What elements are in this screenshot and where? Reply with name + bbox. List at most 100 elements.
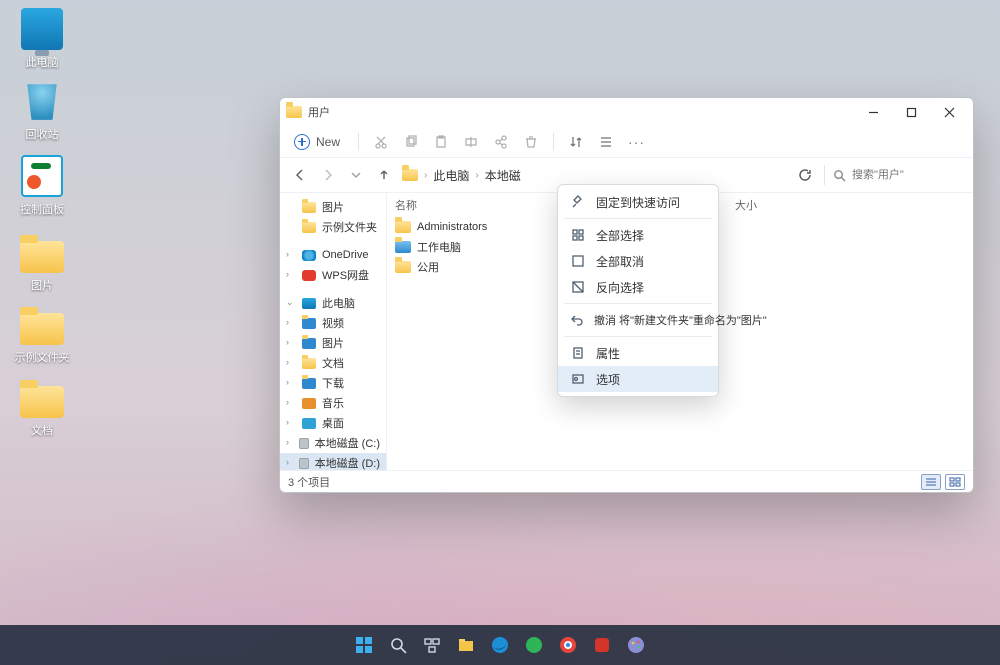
menu-properties[interactable]: 属性 bbox=[558, 340, 718, 366]
menu-select-all[interactable]: 全部选择 bbox=[558, 222, 718, 248]
up-button[interactable] bbox=[374, 165, 394, 185]
desktop-icon-label: 此电脑 bbox=[10, 54, 74, 70]
menu-separator bbox=[564, 218, 712, 219]
pin-icon bbox=[570, 194, 586, 210]
context-menu: 固定到快速访问 全部选择 全部取消 反向选择 bbox=[557, 184, 719, 397]
taskbar-explorer[interactable] bbox=[452, 631, 480, 659]
taskbar-edge[interactable] bbox=[486, 631, 514, 659]
menu-invert-selection[interactable]: 反向选择 bbox=[558, 274, 718, 300]
menu-select-none[interactable]: 全部取消 bbox=[558, 248, 718, 274]
cut-icon[interactable] bbox=[373, 134, 389, 150]
sidebar-item-disk-c[interactable]: ›本地磁盘 (C:) bbox=[280, 433, 386, 453]
divider bbox=[358, 133, 359, 151]
folder-icon bbox=[395, 241, 411, 253]
undo-icon bbox=[570, 312, 584, 328]
taskbar-app-paint[interactable] bbox=[622, 631, 650, 659]
taskbar-taskview[interactable] bbox=[418, 631, 446, 659]
start-button[interactable] bbox=[350, 631, 378, 659]
desktop-icon-folder[interactable]: 图片 bbox=[10, 235, 74, 293]
menu-undo-rename[interactable]: 撤消 将"新建文件夹"重命名为"图片" bbox=[558, 307, 718, 333]
desktop-icon-recycle-bin[interactable]: 回收站 bbox=[10, 80, 74, 142]
desktop-icon-folder[interactable]: 示例文件夹 bbox=[10, 307, 74, 365]
chevron-right-icon: › bbox=[424, 170, 427, 181]
view-details-button[interactable] bbox=[921, 474, 941, 490]
desktop-icon-label: 图片 bbox=[10, 277, 74, 293]
refresh-button[interactable] bbox=[794, 164, 816, 186]
sidebar-item-sample[interactable]: 示例文件夹 bbox=[280, 217, 386, 237]
sidebar-item-wps[interactable]: ›WPS网盘 bbox=[280, 265, 386, 285]
search-icon bbox=[833, 169, 846, 182]
sidebar-item-disk-d[interactable]: ›本地磁盘 (D:) bbox=[280, 453, 386, 470]
taskbar[interactable] bbox=[0, 625, 1000, 665]
menu-separator bbox=[564, 303, 712, 304]
folder-icon bbox=[286, 106, 302, 118]
menu-pin-quick-access[interactable]: 固定到快速访问 bbox=[558, 189, 718, 215]
sidebar-item-music[interactable]: ›音乐 bbox=[280, 393, 386, 413]
item-count: 3 个项目 bbox=[288, 474, 330, 490]
status-bar: 3 个项目 bbox=[280, 470, 973, 492]
new-button[interactable]: New bbox=[290, 132, 344, 152]
search-input[interactable] bbox=[852, 169, 952, 181]
desktop-icon-label: 控制面板 bbox=[10, 201, 74, 217]
desktop-icon-folder[interactable]: 文档 bbox=[10, 380, 74, 438]
forward-button[interactable] bbox=[318, 165, 338, 185]
back-button[interactable] bbox=[290, 165, 310, 185]
menu-separator bbox=[564, 336, 712, 337]
maximize-button[interactable] bbox=[893, 100, 929, 124]
desktop-icon-control-panel[interactable]: 控制面板 bbox=[10, 155, 74, 217]
properties-icon bbox=[570, 345, 586, 361]
desktop-icon-this-pc[interactable]: 此电脑 bbox=[10, 8, 74, 70]
taskbar-search[interactable] bbox=[384, 631, 412, 659]
new-label: New bbox=[316, 135, 340, 149]
col-size[interactable]: 大小 bbox=[727, 197, 797, 213]
file-list[interactable]: 名称 类型 大小 Administrators 文件夹 工作电脑 文件夹 公用 bbox=[386, 193, 973, 470]
recent-button[interactable] bbox=[346, 165, 366, 185]
toolbar: New ··· bbox=[280, 126, 973, 158]
sidebar-item-videos[interactable]: ›视频 bbox=[280, 313, 386, 333]
view-icons-button[interactable] bbox=[945, 474, 965, 490]
rename-icon[interactable] bbox=[463, 134, 479, 150]
taskbar-app-green[interactable] bbox=[520, 631, 548, 659]
divider bbox=[824, 165, 825, 185]
sidebar-item-pictures[interactable]: 图片 bbox=[280, 197, 386, 217]
desktop-icon-label: 回收站 bbox=[10, 126, 74, 142]
sort-button[interactable] bbox=[568, 134, 584, 150]
crumb-drive[interactable]: 本地磁 bbox=[485, 167, 521, 184]
select-all-icon bbox=[570, 227, 586, 243]
paste-icon[interactable] bbox=[433, 134, 449, 150]
crumb-root[interactable]: 此电脑 bbox=[433, 167, 469, 184]
search-box[interactable] bbox=[833, 169, 963, 182]
menu-options[interactable]: 选项 bbox=[558, 366, 718, 392]
taskbar-app-red[interactable] bbox=[588, 631, 616, 659]
more-button[interactable]: ··· bbox=[628, 134, 644, 150]
sidebar: 图片 示例文件夹 ›OneDrive ›WPS网盘 ⌄此电脑 ›视频 ›图片 ›… bbox=[280, 193, 386, 470]
explorer-window: 用户 New ··· bbox=[279, 97, 974, 493]
sidebar-item-this-pc[interactable]: ⌄此电脑 bbox=[280, 293, 386, 313]
close-button[interactable] bbox=[931, 100, 967, 124]
titlebar[interactable]: 用户 bbox=[280, 98, 973, 126]
breadcrumb[interactable]: › 此电脑 › 本地磁 bbox=[402, 167, 786, 184]
sidebar-item-pictures2[interactable]: ›图片 bbox=[280, 333, 386, 353]
options-icon bbox=[570, 371, 586, 387]
folder-icon bbox=[402, 169, 418, 181]
plus-icon bbox=[294, 134, 310, 150]
desktop-icon-label: 示例文件夹 bbox=[10, 349, 74, 365]
select-none-icon bbox=[570, 253, 586, 269]
window-title: 用户 bbox=[308, 104, 330, 120]
sidebar-item-desktop[interactable]: ›桌面 bbox=[280, 413, 386, 433]
folder-icon bbox=[395, 221, 411, 233]
sidebar-item-onedrive[interactable]: ›OneDrive bbox=[280, 245, 386, 265]
delete-icon[interactable] bbox=[523, 134, 539, 150]
taskbar-chrome[interactable] bbox=[554, 631, 582, 659]
sidebar-item-documents[interactable]: ›文档 bbox=[280, 353, 386, 373]
desktop: 此电脑 回收站 控制面板 图片 示例文件夹 文档 用户 bbox=[0, 0, 1000, 665]
view-button[interactable] bbox=[598, 134, 614, 150]
minimize-button[interactable] bbox=[855, 100, 891, 124]
chevron-right-icon: › bbox=[475, 170, 478, 181]
copy-icon[interactable] bbox=[403, 134, 419, 150]
invert-icon bbox=[570, 279, 586, 295]
divider bbox=[553, 133, 554, 151]
sidebar-item-downloads[interactable]: ›下载 bbox=[280, 373, 386, 393]
desktop-icon-label: 文档 bbox=[10, 422, 74, 438]
share-icon[interactable] bbox=[493, 134, 509, 150]
